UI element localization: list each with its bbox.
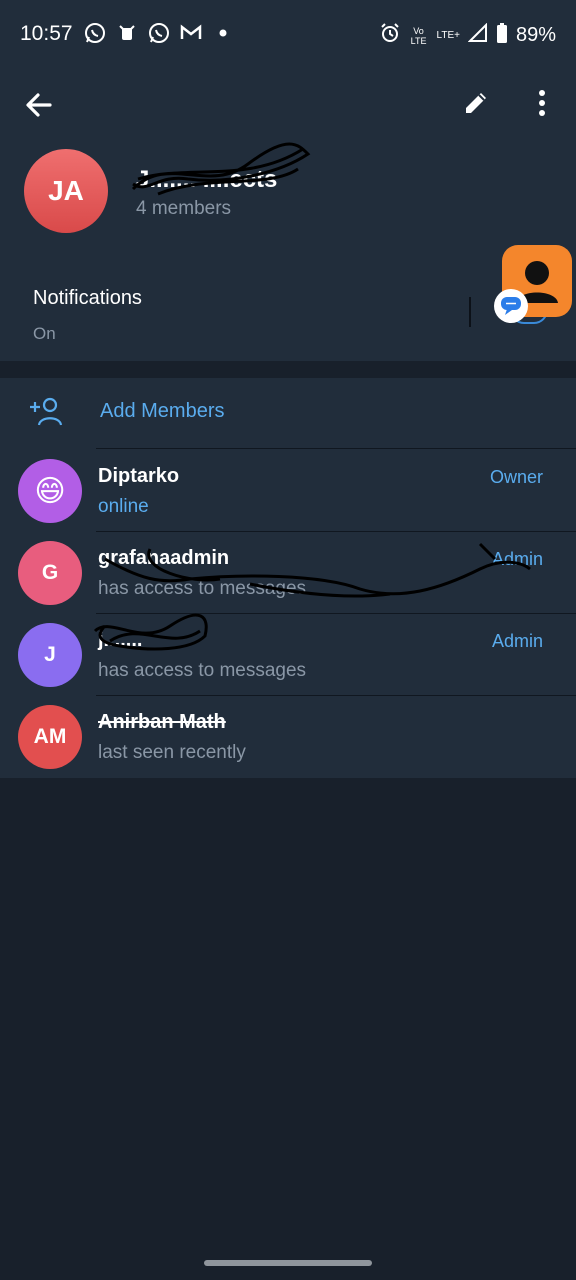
back-button[interactable] (22, 88, 56, 122)
member-role-badge: Admin (491, 631, 543, 651)
whatsapp-icon (84, 22, 106, 44)
member-role-badge: Admin (491, 549, 543, 569)
member-status: last seen recently (98, 742, 246, 763)
lte-plus-icon: LTE+ (436, 30, 460, 41)
member-role-badge: Owner (489, 467, 543, 487)
alarm-icon (379, 22, 401, 49)
more-options-button[interactable] (526, 87, 558, 119)
member-status: has access to messages (98, 660, 307, 681)
arrow-back-icon (26, 93, 52, 117)
battery-percentage: 89% (515, 24, 556, 46)
whatsapp-icon (148, 22, 170, 44)
member-count: 4 members (136, 198, 232, 219)
add-members-label: Add Members (100, 400, 225, 422)
member-name: Anirban Math (98, 711, 226, 733)
dot-icon (212, 22, 234, 44)
member-name: grafanaadmin (98, 547, 230, 569)
member-status: has access to messages (98, 578, 307, 599)
notifications-label: Notifications (33, 287, 142, 309)
status-notification-icons (84, 22, 234, 44)
notifications-row[interactable]: Notifications On (0, 245, 576, 361)
member-row-owner[interactable]: 😄 Diptarko online Owner (0, 449, 576, 531)
more-vertical-icon (539, 90, 545, 116)
battery-icon (496, 23, 508, 48)
vertical-divider (469, 297, 471, 327)
edit-button[interactable] (460, 87, 492, 119)
chat-bubble-icon[interactable] (494, 289, 528, 323)
app-notification-icon (116, 22, 138, 44)
group-title: J....... ....ects (136, 166, 278, 193)
status-time: 10:57 (20, 22, 73, 45)
member-name: Diptarko (98, 465, 180, 487)
group-header: JA J....... ....ects 4 members (0, 70, 576, 263)
signal-icon (467, 22, 488, 48)
avatar: G (18, 541, 82, 605)
avatar: J (18, 623, 82, 687)
avatar: AM (18, 705, 82, 769)
home-indicator[interactable] (204, 1260, 372, 1266)
member-row[interactable]: J j....... has access to messages Admin (0, 613, 576, 695)
members-section: Add Members 😄 Diptarko online Owner G gr… (0, 378, 576, 778)
volte-icon: Vo LTE (410, 25, 427, 46)
member-status: online (98, 496, 149, 517)
status-system-icons: Vo LTE LTE+ 89% (379, 22, 556, 49)
add-members-button[interactable]: Add Members (0, 378, 576, 448)
member-row[interactable]: G grafanaadmin has access to messages Ad… (0, 531, 576, 613)
avatar: 😄 (18, 459, 82, 523)
status-bar: 10:57 Vo LTE LTE+ 89% (0, 0, 576, 70)
add-person-icon (30, 397, 63, 426)
pencil-icon (466, 93, 486, 113)
member-row[interactable]: AM Anirban Math last seen recently (0, 695, 576, 777)
notifications-value: On (33, 324, 56, 343)
gmail-icon (180, 22, 202, 44)
group-avatar[interactable]: JA (24, 149, 108, 233)
member-name: j....... (98, 629, 143, 651)
